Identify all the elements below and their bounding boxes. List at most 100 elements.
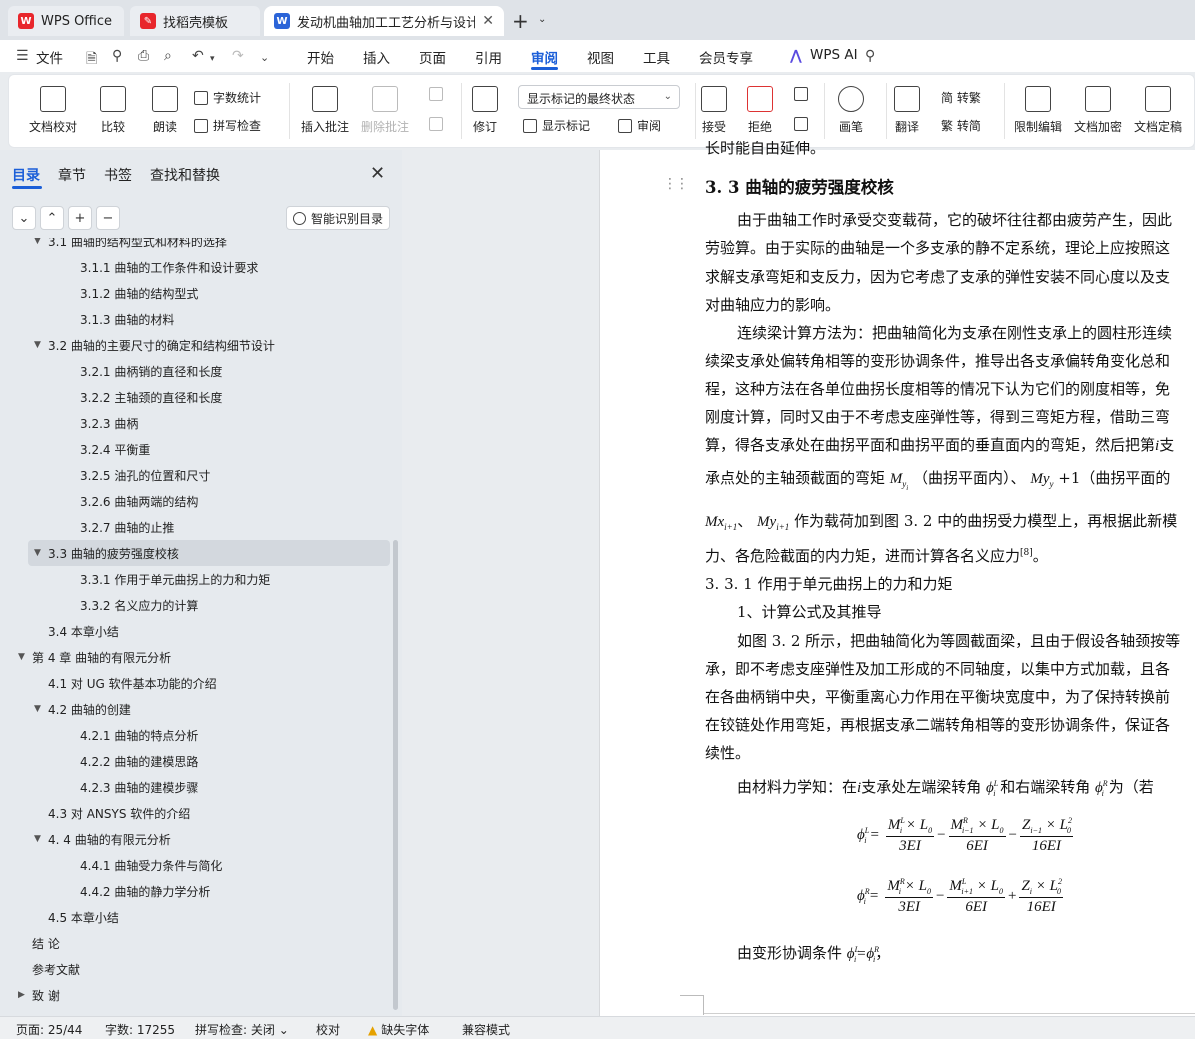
- toc-item[interactable]: 3.2.4 平衡重: [0, 436, 390, 462]
- share-icon[interactable]: ⚲: [112, 48, 122, 64]
- menu-reference[interactable]: 引用: [475, 47, 502, 67]
- print-preview-icon[interactable]: ⌕: [164, 48, 172, 64]
- pen-button[interactable]: 画笔: [838, 86, 864, 135]
- smart-toc-button[interactable]: 智能识别目录: [286, 206, 390, 230]
- toc-item[interactable]: 3.1.1 曲轴的工作条件和设计要求: [0, 254, 390, 280]
- new-tab-plus-icon[interactable]: +: [512, 9, 529, 33]
- toc-item[interactable]: 4.3 对 ANSYS 软件的介绍: [0, 800, 390, 826]
- toc-item[interactable]: 3.2.5 油孔的位置和尺寸: [0, 462, 390, 488]
- toc-item[interactable]: 3.3.1 作用于单元曲拐上的力和力矩: [0, 566, 390, 592]
- drag-handle-icon[interactable]: ⋮⋮: [663, 176, 689, 192]
- wps-ai-icon[interactable]: ⋀: [790, 48, 802, 64]
- spell-check-button[interactable]: 拼写检查: [194, 117, 261, 134]
- menu-start[interactable]: 开始: [307, 47, 334, 67]
- encrypt-button[interactable]: 文档加密: [1074, 86, 1122, 135]
- reject-button[interactable]: 拒绝: [747, 86, 773, 135]
- tab-wps-office[interactable]: W WPS Office: [8, 6, 124, 36]
- word-count-indicator[interactable]: 字数: 17255: [105, 1021, 175, 1038]
- remove-heading-button[interactable]: −: [96, 206, 120, 230]
- toc-item[interactable]: 3.2.1 曲柄销的直径和长度: [0, 358, 390, 384]
- restrict-edit-button[interactable]: 限制编辑: [1014, 86, 1062, 135]
- expand-triangle-icon[interactable]: ▼: [34, 834, 48, 844]
- toc-item[interactable]: 4.2.1 曲轴的特点分析: [0, 722, 390, 748]
- hamburger-menu-icon[interactable]: ☰: [16, 48, 29, 64]
- undo-icon[interactable]: ↶: [192, 48, 204, 64]
- redo-icon[interactable]: ↷: [232, 48, 244, 64]
- toc-item[interactable]: ▼ 3.1 曲轴的结构型式和材料的选择: [0, 238, 390, 254]
- close-icon[interactable]: ✕: [370, 163, 385, 184]
- more-chevron-icon[interactable]: ⌄: [260, 51, 269, 64]
- review-pane-button[interactable]: 审阅: [618, 117, 661, 134]
- chevron-down-icon[interactable]: ⌄: [538, 14, 546, 25]
- word-count-button[interactable]: 字数统计: [194, 89, 261, 106]
- toc-item[interactable]: 3.2.6 曲轴两端的结构: [0, 488, 390, 514]
- toc-item[interactable]: 4.2.2 曲轴的建模思路: [0, 748, 390, 774]
- toc-item[interactable]: 4.1 对 UG 软件基本功能的介绍: [0, 670, 390, 696]
- expand-triangle-icon[interactable]: ▼: [34, 548, 48, 558]
- toc-item[interactable]: ▶ 致 谢: [0, 982, 390, 1008]
- markup-state-select[interactable]: 显示标记的最终状态 ⌄: [518, 85, 680, 109]
- toc-item[interactable]: 参考文献: [0, 956, 390, 982]
- delete-comment-button[interactable]: 删除批注: [361, 86, 409, 135]
- read-aloud-button[interactable]: 朗读: [152, 86, 178, 135]
- toc-item[interactable]: 3.1.2 曲轴的结构型式: [0, 280, 390, 306]
- expand-triangle-icon[interactable]: ▼: [34, 704, 48, 714]
- spell-check-status[interactable]: 拼写检查: 关闭 ⌄: [195, 1021, 289, 1038]
- toc-item[interactable]: 3.3.2 名义应力的计算: [0, 592, 390, 618]
- toc-item[interactable]: 4.2.3 曲轴的建模步骤: [0, 774, 390, 800]
- page-indicator[interactable]: 页面: 25/44: [16, 1021, 82, 1038]
- add-heading-button[interactable]: +: [68, 206, 92, 230]
- expand-triangle-icon[interactable]: ▼: [18, 652, 32, 662]
- prev-comment-icon[interactable]: [429, 87, 448, 101]
- tab-bookmarks[interactable]: 书签: [104, 165, 132, 185]
- expand-button[interactable]: ⌃: [40, 206, 64, 230]
- toc-scrollbar[interactable]: [393, 540, 398, 1010]
- missing-font-status[interactable]: ▲ 缺失字体: [368, 1021, 429, 1038]
- tab-sections[interactable]: 章节: [58, 165, 86, 185]
- insert-comment-button[interactable]: 插入批注: [301, 86, 349, 135]
- toc-item[interactable]: ▼ 第 4 章 曲轴的有限元分析: [0, 644, 390, 670]
- tab-find-replace[interactable]: 查找和替换: [150, 165, 220, 185]
- citation[interactable]: [8]: [1020, 548, 1033, 558]
- to-traditional-button[interactable]: 简 转繁: [941, 89, 981, 106]
- tab-daoke-templates[interactable]: ✎ 找稻壳模板: [130, 6, 260, 36]
- menu-wps-ai[interactable]: WPS AI: [810, 47, 858, 63]
- menu-insert[interactable]: 插入: [363, 47, 390, 67]
- menu-page[interactable]: 页面: [419, 47, 446, 67]
- menu-review[interactable]: 审阅: [531, 47, 558, 67]
- proofread-status[interactable]: 校对: [316, 1021, 340, 1038]
- toc-item[interactable]: ▼ 4. 4 曲轴的有限元分析: [0, 826, 390, 852]
- compare-button[interactable]: 比较: [100, 86, 126, 135]
- accept-button[interactable]: 接受: [701, 86, 727, 135]
- toc-item[interactable]: 3.2.7 曲轴的止推: [0, 514, 390, 540]
- toc-item[interactable]: 4.4.1 曲轴受力条件与简化: [0, 852, 390, 878]
- toc-item[interactable]: ▼ 3.2 曲轴的主要尺寸的确定和结构细节设计: [0, 332, 390, 358]
- tab-document[interactable]: W 发动机曲轴加工工艺分析与设计 ✕: [264, 6, 504, 36]
- menu-member[interactable]: 会员专享: [699, 47, 753, 67]
- search-icon[interactable]: ⚲: [865, 48, 875, 64]
- proofread-button[interactable]: 文档校对: [29, 86, 77, 135]
- next-change-icon[interactable]: [794, 117, 813, 131]
- to-simplified-button[interactable]: 繁 转简: [941, 117, 981, 134]
- toc-item[interactable]: ▼ 3.3 曲轴的疲劳强度校核: [28, 540, 390, 566]
- toc-item[interactable]: 4.4.2 曲轴的静力学分析: [0, 878, 390, 904]
- close-icon[interactable]: ✕: [482, 13, 494, 29]
- undo-dropdown-icon[interactable]: ▾: [210, 54, 215, 64]
- toc-item[interactable]: 3.2.3 曲柄: [0, 410, 390, 436]
- collapse-triangle-icon[interactable]: ▶: [18, 990, 32, 1000]
- toc-item[interactable]: 3.2.2 主轴颈的直径和长度: [0, 384, 390, 410]
- menu-tools[interactable]: 工具: [643, 47, 670, 67]
- prev-change-icon[interactable]: [794, 87, 813, 101]
- toc-item[interactable]: 3.4 本章小结: [0, 618, 390, 644]
- expand-triangle-icon[interactable]: ▼: [34, 238, 48, 246]
- translate-button[interactable]: 翻译: [894, 86, 920, 135]
- menu-view[interactable]: 视图: [587, 47, 614, 67]
- finalize-button[interactable]: 文档定稿: [1134, 86, 1182, 135]
- expand-triangle-icon[interactable]: ▼: [34, 340, 48, 350]
- toc-item[interactable]: 结 论: [0, 930, 390, 956]
- toc-item[interactable]: ▼ 4.2 曲轴的创建: [0, 696, 390, 722]
- track-changes-button[interactable]: 修订: [472, 86, 498, 135]
- tab-toc[interactable]: 目录: [12, 165, 40, 185]
- toc-item[interactable]: 3.1.3 曲轴的材料: [0, 306, 390, 332]
- collapse-all-button[interactable]: ⌄: [12, 206, 36, 230]
